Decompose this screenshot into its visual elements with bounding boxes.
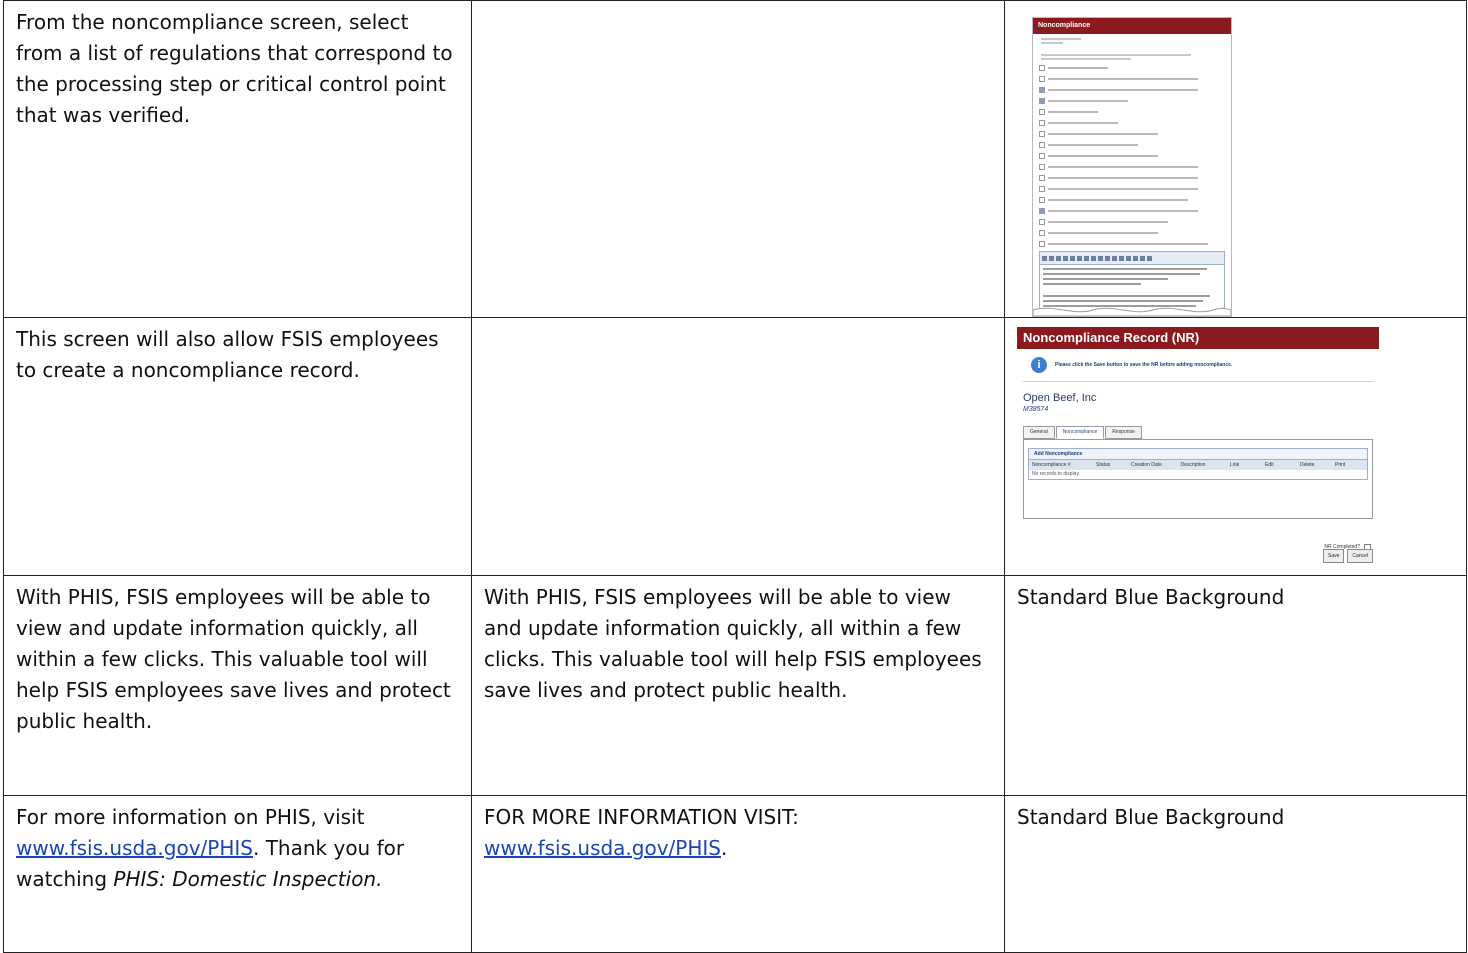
- tab-panel: Add Noncompliance Noncompliance # Status…: [1023, 439, 1373, 519]
- form-buttons: Save Cancel: [1323, 549, 1373, 563]
- noncompliance-grid: Add Noncompliance Noncompliance # Status…: [1028, 448, 1368, 480]
- info-banner: i Please click the Save button to save t…: [1031, 357, 1379, 373]
- tab-response: Response: [1105, 426, 1142, 439]
- narration-cell: For more information on PHIS, visit www.…: [3, 795, 472, 953]
- grid-header: Noncompliance # Status Creation Date Des…: [1029, 459, 1367, 470]
- regulation-checkbox: [1039, 175, 1045, 181]
- onscreen-text-cell: With PHIS, FSIS employees will be able t…: [471, 575, 1005, 796]
- regulation-checkbox: [1039, 153, 1045, 159]
- regulation-checkbox: [1039, 142, 1045, 148]
- table-row: This screen will also allow FSIS employe…: [3, 317, 1467, 576]
- regulation-row: [1039, 98, 1225, 104]
- narration-cell: This screen will also allow FSIS employe…: [3, 317, 472, 576]
- regulation-row: [1039, 131, 1225, 137]
- editor-toolbar: [1039, 251, 1225, 265]
- regulation-checkbox: [1039, 98, 1045, 104]
- onscreen-text-cell: FOR MORE INFORMATION VISIT: www.fsis.usd…: [471, 795, 1005, 953]
- table-row: For more information on PHIS, visit www.…: [3, 795, 1467, 953]
- noncompliance-record-screenshot: Noncompliance Record (NR) i Please click…: [1017, 327, 1379, 569]
- screenshot-header: Noncompliance Record (NR): [1017, 327, 1379, 349]
- visual-cell: Standard Blue Background: [1004, 795, 1467, 953]
- regulation-checkbox: [1039, 87, 1045, 93]
- regulation-row: [1039, 142, 1225, 148]
- column-header: Delete: [1300, 462, 1315, 468]
- regulation-checkbox: [1039, 76, 1045, 82]
- tab-bar: General Noncompliance Response: [1023, 426, 1379, 439]
- regulation-checkbox: [1039, 230, 1045, 236]
- regulation-row: [1039, 241, 1225, 247]
- video-title: PHIS: Domestic Inspection.: [113, 867, 383, 891]
- onscreen-text-cell: [471, 0, 1005, 318]
- tab-general: General: [1023, 426, 1055, 439]
- phis-website-link[interactable]: www.fsis.usda.gov/PHIS: [16, 836, 253, 860]
- save-button: Save: [1323, 549, 1345, 563]
- regulation-row: [1039, 230, 1225, 236]
- empty-grid-text: No records to display.: [1032, 471, 1080, 477]
- establishment-name: Open Beef, Inc: [1023, 392, 1097, 404]
- regulation-checkbox: [1039, 65, 1045, 71]
- visual-cell: Noncompliance: [1004, 0, 1467, 318]
- regulation-row: [1039, 219, 1225, 225]
- info-message: Please click the Save button to save the…: [1055, 361, 1233, 368]
- column-header: Status: [1096, 462, 1111, 468]
- onscreen-text-cell: [471, 317, 1005, 576]
- regulation-checkbox: [1039, 131, 1045, 137]
- column-header: Link: [1230, 462, 1240, 468]
- table-row: From the noncompliance screen, select fr…: [3, 0, 1467, 318]
- regulation-row: [1039, 186, 1225, 192]
- phis-website-link[interactable]: www.fsis.usda.gov/PHIS: [484, 836, 721, 860]
- script-table: From the noncompliance screen, select fr…: [3, 0, 1467, 953]
- regulation-row: [1039, 120, 1225, 126]
- regulation-checkbox: [1039, 208, 1045, 214]
- regulation-row: [1039, 153, 1225, 159]
- regulation-checkbox: [1039, 241, 1045, 247]
- visual-cell: Noncompliance Record (NR) i Please click…: [1004, 317, 1467, 576]
- regulation-checkbox: [1039, 197, 1045, 203]
- tab-noncompliance: Noncompliance: [1055, 426, 1105, 439]
- add-noncompliance-link: Add Noncompliance: [1029, 449, 1367, 459]
- info-icon: i: [1031, 357, 1047, 373]
- torn-edge-graphic: [1033, 307, 1231, 316]
- regulation-checkbox: [1039, 186, 1045, 192]
- regulation-checklist: [1033, 65, 1231, 247]
- regulation-row: [1039, 87, 1225, 93]
- screenshot-header: Noncompliance: [1033, 18, 1231, 34]
- noncompliance-screenshot: Noncompliance: [1032, 17, 1232, 317]
- regulation-checkbox: [1039, 120, 1045, 126]
- column-header: Description: [1180, 462, 1206, 468]
- onscreen-text: .: [721, 836, 728, 860]
- regulation-row: [1039, 208, 1225, 214]
- regulation-row: [1039, 76, 1225, 82]
- onscreen-text: FOR MORE INFORMATION VISIT:: [484, 805, 799, 829]
- regulation-checkbox: [1039, 164, 1045, 170]
- column-header: Print: [1335, 462, 1346, 468]
- narration-text: For more information on PHIS, visit: [16, 805, 365, 829]
- regulation-checkbox: [1039, 109, 1045, 115]
- regulation-row: [1039, 109, 1225, 115]
- narration-cell: With PHIS, FSIS employees will be able t…: [3, 575, 472, 796]
- narration-cell: From the noncompliance screen, select fr…: [3, 0, 472, 318]
- regulation-row: [1039, 164, 1225, 170]
- regulation-checkbox: [1039, 219, 1045, 225]
- column-header: Noncompliance #: [1032, 462, 1071, 468]
- regulation-row: [1039, 175, 1225, 181]
- column-header: Creation Date: [1131, 462, 1162, 468]
- regulation-row: [1039, 197, 1225, 203]
- regulation-row: [1039, 65, 1225, 71]
- visual-cell: Standard Blue Background: [1004, 575, 1467, 796]
- column-header: Edit: [1265, 462, 1274, 468]
- table-row: With PHIS, FSIS employees will be able t…: [3, 575, 1467, 796]
- cancel-button: Cancel: [1347, 549, 1373, 563]
- establishment-number: M38574: [1023, 406, 1049, 413]
